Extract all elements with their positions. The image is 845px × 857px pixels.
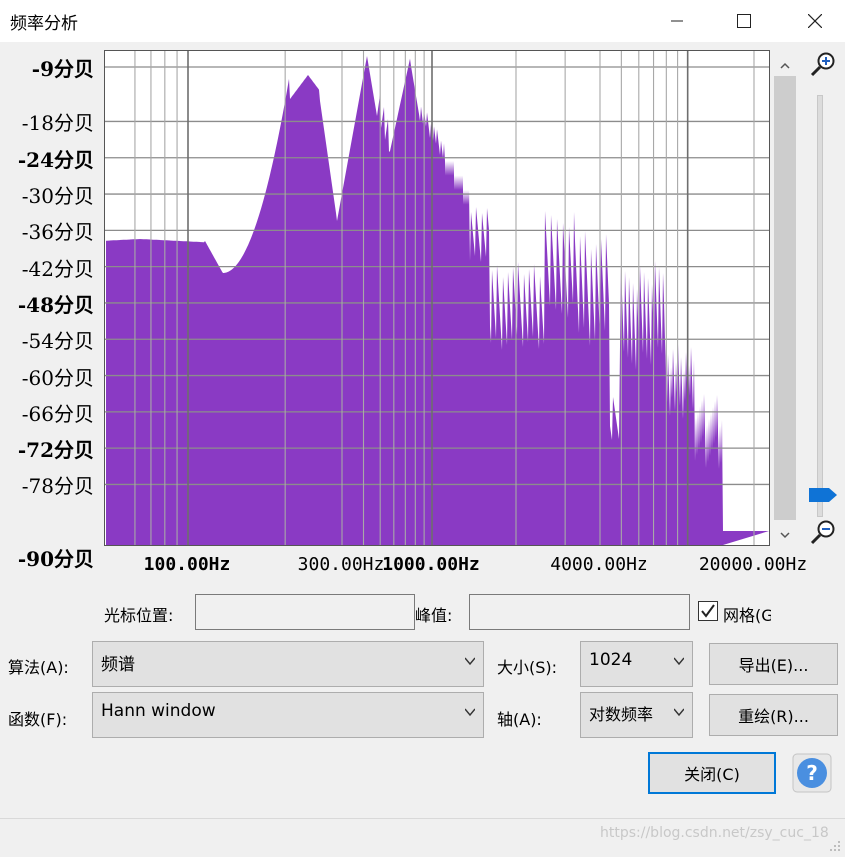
y-tick-label: -54分贝 [21,329,94,354]
spectrum-graph [105,51,769,545]
vertical-scrollbar[interactable] [774,52,796,546]
spectrum-plot[interactable] [104,50,770,546]
export-button[interactable]: 导出(E)... [709,643,838,685]
function-label: 函数(F): [8,710,68,729]
scroll-thumb[interactable] [774,76,796,520]
minimize-icon [671,20,683,22]
svg-text:?: ? [806,761,818,785]
resize-grip-icon[interactable] [828,838,842,852]
x-tick-label: 1000.00Hz [382,554,480,575]
scroll-down-icon[interactable] [774,524,796,546]
y-tick-label: -18分贝 [21,111,94,136]
size-label: 大小(S): [497,658,558,677]
close-button[interactable]: 关闭(C) [648,752,776,794]
y-tick-label: -60分贝 [21,365,94,390]
y-tick-label: -78分贝 [21,474,94,499]
axis-label: 轴(A): [497,710,542,729]
close-window-button[interactable] [791,0,839,42]
function-value: Hann window [101,701,216,721]
algorithm-select[interactable]: 频谱 [92,641,484,687]
zoom-in-icon[interactable] [808,50,838,80]
grid-checkbox[interactable] [698,601,718,621]
x-tick-label: 300.00Hz [297,554,385,575]
title-bar: 频率分析 [0,0,845,42]
zoom-out-icon[interactable] [808,518,838,548]
zoom-slider-thumb[interactable] [808,487,838,503]
x-tick-label: 20000.00Hz [698,554,808,575]
algorithm-label: 算法(A): [8,658,69,677]
chevron-down-icon [465,657,475,666]
x-tick-label: 4000.00Hz [550,554,648,575]
y-tick-label: -90分贝 [17,547,94,572]
y-tick-label: -42分贝 [21,256,94,281]
size-value: 1024 [589,650,633,670]
minimize-button[interactable] [653,0,701,42]
grid-label[interactable]: 网格(G [723,602,771,626]
close-icon [808,14,822,28]
y-tick-label: -48分贝 [17,292,94,317]
chevron-down-icon [674,657,684,666]
axis-value: 对数频率 [589,705,654,724]
y-tick-label: -30分贝 [21,184,94,209]
zoom-slider-track[interactable] [817,95,823,517]
cursor-position-field [195,594,415,630]
replot-button[interactable]: 重绘(R)... [709,694,838,736]
watermark-text: https://blog.csdn.net/zsy_cuc_18 [600,825,829,841]
size-select[interactable]: 1024 [580,641,693,687]
maximize-icon [737,14,751,28]
function-select[interactable]: Hann window [92,692,484,738]
chevron-down-icon [674,708,684,717]
algorithm-value: 频谱 [101,655,135,675]
cursor-position-label: 光标位置: [104,606,174,625]
chevron-down-icon [465,708,475,717]
y-tick-label: -24分贝 [17,147,94,172]
peak-label: 峰值: [415,606,453,625]
help-button[interactable]: ? [792,753,832,793]
spectrum-area [106,56,769,545]
y-tick-label: -72分贝 [17,438,94,463]
y-tick-label: -9分贝 [31,57,94,81]
x-tick-label: 100.00Hz [143,554,231,575]
help-icon: ? [792,753,832,793]
y-tick-label: -66分贝 [21,401,94,426]
y-tick-label: -36分贝 [21,220,94,245]
axis-select[interactable]: 对数频率 [580,692,693,738]
maximize-button[interactable] [720,0,768,42]
window-title: 频率分析 [10,14,78,34]
peak-field [469,594,690,630]
scroll-up-icon[interactable] [774,54,796,76]
